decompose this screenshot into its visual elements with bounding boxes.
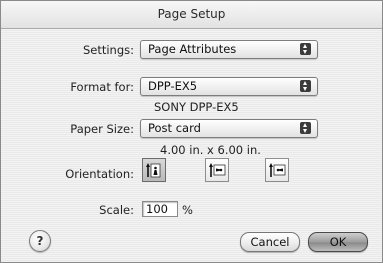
- window-title: Page Setup: [157, 7, 226, 21]
- portrait-orientation-button[interactable]: [142, 158, 166, 182]
- help-button[interactable]: ?: [29, 230, 51, 252]
- cancel-button[interactable]: Cancel: [240, 232, 300, 252]
- reverse-landscape-orientation-icon: [269, 163, 286, 177]
- question-mark-icon: ?: [36, 234, 44, 248]
- format-for-value: DPP-EX5: [148, 79, 198, 93]
- paper-size-popup[interactable]: Post card: [140, 119, 318, 138]
- landscape-orientation-button[interactable]: [205, 158, 229, 182]
- title-bar[interactable]: Page Setup: [1, 1, 382, 29]
- format-for-popup[interactable]: DPP-EX5: [140, 77, 318, 96]
- scale-field[interactable]: [142, 201, 178, 217]
- format-for-label: Format for:: [70, 80, 134, 94]
- portrait-orientation-icon: [146, 163, 161, 178]
- paper-size-value: Post card: [148, 121, 201, 135]
- orientation-label: Orientation:: [65, 167, 134, 181]
- scale-unit: %: [182, 203, 193, 217]
- paper-size-label: Paper Size:: [70, 122, 134, 136]
- up-down-arrows-icon: [300, 122, 311, 134]
- up-down-arrows-icon: [300, 43, 311, 55]
- ok-button[interactable]: OK: [308, 232, 368, 252]
- settings-value: Page Attributes: [148, 42, 237, 56]
- scale-label: Scale:: [99, 203, 134, 217]
- settings-label: Settings:: [82, 43, 134, 57]
- page-setup-dialog: Page Setup Settings: Page Attributes For…: [0, 0, 383, 263]
- up-down-arrows-icon: [300, 80, 311, 92]
- printer-description: SONY DPP-EX5: [154, 100, 239, 114]
- settings-popup[interactable]: Page Attributes: [140, 40, 318, 59]
- reverse-landscape-orientation-button[interactable]: [265, 158, 289, 182]
- paper-dimensions: 4.00 in. x 6.00 in.: [160, 143, 261, 157]
- landscape-orientation-icon: [209, 163, 226, 177]
